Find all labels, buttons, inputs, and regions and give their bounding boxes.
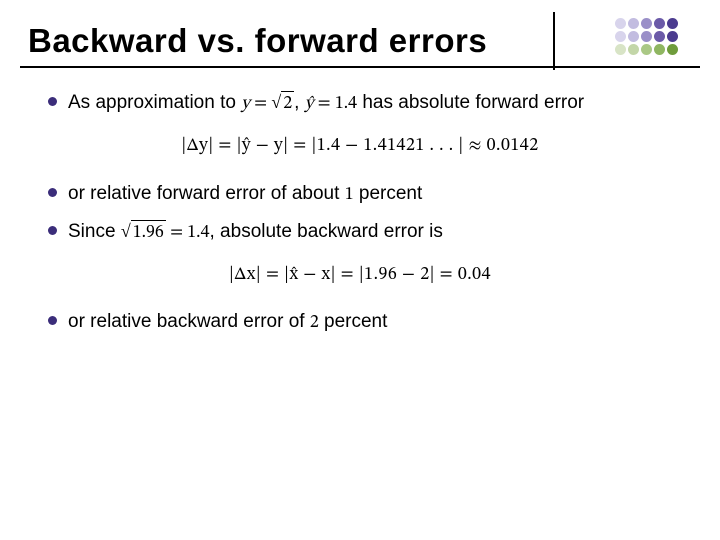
eq-sign: = bbox=[166, 224, 187, 242]
paragraph-4: or relative backward error of 2 percent bbox=[48, 309, 672, 335]
text: As approximation to bbox=[68, 92, 241, 113]
equation-backward-error: |Δx| = |x̂ − x| = |1.96 − 2| = 0.04 bbox=[48, 263, 672, 287]
num: 2 bbox=[310, 314, 319, 332]
text: , absolute backward error is bbox=[210, 221, 443, 242]
bullet-icon bbox=[48, 226, 57, 235]
equation-forward-error: |Δy| = |ŷ − y| = |1.4 − 1.41421 . . . | … bbox=[48, 134, 672, 158]
text: has absolute forward error bbox=[357, 92, 584, 113]
sqrt-icon: √ bbox=[121, 221, 131, 241]
paragraph-3: Since √1.96 = 1.4, absolute backward err… bbox=[48, 219, 672, 245]
text: , bbox=[294, 92, 305, 113]
text: or relative forward error of about bbox=[68, 183, 345, 204]
decorative-dots-icon bbox=[615, 18, 678, 55]
sqrt-arg: 2 bbox=[281, 91, 294, 116]
var-y: y bbox=[241, 95, 250, 113]
paragraph-1: As approximation to y = √2, ŷ = 1.4 has … bbox=[48, 90, 672, 116]
text: percent bbox=[319, 311, 388, 332]
bullet-icon bbox=[48, 97, 57, 106]
math-inline: √1.96 = 1.4 bbox=[121, 224, 210, 242]
sqrt-arg: 1.96 bbox=[131, 220, 166, 245]
val: 1.4 bbox=[187, 224, 209, 242]
paragraph-2: or relative forward error of about 1 per… bbox=[48, 181, 672, 207]
title-bar: Backward vs. forward errors bbox=[0, 0, 720, 68]
num: 1 bbox=[345, 186, 354, 204]
text: or relative backward error of bbox=[68, 311, 310, 332]
eq-sign: = bbox=[313, 95, 334, 113]
math-inline: ŷ = 1.4 bbox=[305, 95, 357, 113]
text: Since bbox=[68, 221, 121, 242]
bullet-icon bbox=[48, 316, 57, 325]
title-underline bbox=[20, 66, 700, 68]
text: percent bbox=[354, 183, 423, 204]
slide-content: As approximation to y = √2, ŷ = 1.4 has … bbox=[0, 68, 720, 336]
eq-sign: = bbox=[250, 95, 271, 113]
math-inline: y = √2 bbox=[241, 95, 294, 113]
vertical-divider bbox=[553, 12, 555, 70]
sqrt-icon: √ bbox=[271, 92, 281, 112]
val: 1.4 bbox=[335, 95, 357, 113]
bullet-icon bbox=[48, 188, 57, 197]
